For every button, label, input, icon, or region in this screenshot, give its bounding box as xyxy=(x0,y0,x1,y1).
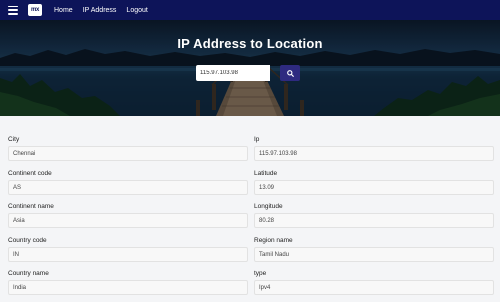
field-value: 13.09 xyxy=(254,179,494,195)
nav-link-home[interactable]: Home xyxy=(54,7,73,14)
ip-search-form xyxy=(196,65,300,81)
field-value: Tamil Nadu xyxy=(254,246,494,262)
field-value: India xyxy=(8,280,248,295)
ip-search-input[interactable] xyxy=(196,65,270,81)
brand-logo[interactable]: mx xyxy=(28,4,42,16)
field-value: Ipv4 xyxy=(254,280,494,295)
field-value: AS xyxy=(8,179,248,195)
field-label: Country code xyxy=(8,236,47,244)
field-continent-code: Continent code AS xyxy=(8,168,248,202)
field-value: 115.97.103.98 xyxy=(254,146,494,161)
location-details: City Chennai Ip 115.97.103.98 Continent … xyxy=(8,134,494,302)
field-longitude: Longitude 80.28 xyxy=(254,201,494,235)
field-continent-name: Continent name Asia xyxy=(8,201,248,235)
field-label: Country name xyxy=(8,270,49,277)
field-region-name: Region name Tamil Nadu xyxy=(254,235,494,269)
field-label: Longitude xyxy=(254,203,283,210)
field-value: Asia xyxy=(8,213,248,228)
field-country-name: Country name India xyxy=(8,268,248,302)
field-type: type Ipv4 xyxy=(254,268,494,302)
field-label: Continent name xyxy=(8,203,54,210)
nav-link-logout[interactable]: Logout xyxy=(126,7,147,14)
field-country-code: Country code IN xyxy=(8,235,248,269)
field-value: 80.28 xyxy=(254,213,494,228)
page-title: IP Address to Location xyxy=(177,36,323,51)
search-button[interactable] xyxy=(280,65,300,81)
nav-link-ip-address[interactable]: IP Address xyxy=(83,7,117,14)
field-value: IN xyxy=(8,246,248,262)
field-label: City xyxy=(8,136,20,143)
hero-banner: IP Address to Location xyxy=(0,20,500,116)
field-value: Chennai xyxy=(8,146,248,161)
field-label: type xyxy=(254,270,267,277)
top-navbar: mx Home IP Address Logout xyxy=(0,0,500,20)
field-label: Continent code xyxy=(8,169,52,177)
menu-icon[interactable] xyxy=(8,5,18,15)
field-label: Ip xyxy=(254,136,260,143)
field-ip: Ip 115.97.103.98 xyxy=(254,134,494,168)
field-label: Region name xyxy=(254,236,293,244)
field-city: City Chennai xyxy=(8,134,248,168)
field-latitude: Latitude 13.09 xyxy=(254,168,494,202)
field-label: Latitude xyxy=(254,169,278,177)
search-icon xyxy=(286,69,294,77)
